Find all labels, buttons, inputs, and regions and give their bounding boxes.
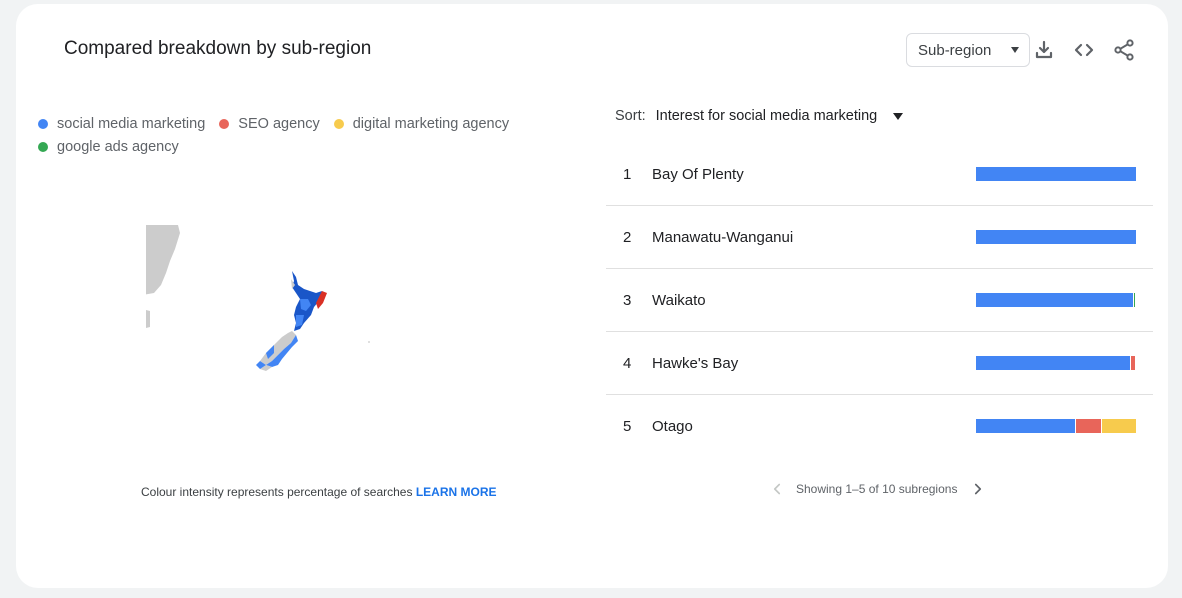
sort-selector[interactable]: Sort: Interest for social media marketin…: [615, 108, 904, 124]
previous-page-icon[interactable]: [768, 480, 786, 498]
subregion-name: Waikato: [652, 291, 706, 309]
legend-item-google-ads-agency[interactable]: google ads agency: [38, 139, 179, 155]
legend-label: digital marketing agency: [352, 115, 510, 132]
stacked-bar: [976, 356, 1136, 370]
rank-row[interactable]: 5 Otago: [606, 395, 1153, 458]
legend-dot: [38, 141, 48, 152]
legend-dot: [38, 118, 48, 129]
legend-label: social media marketing: [57, 115, 206, 132]
pagination-status: Showing 1–5 of 10 subregions: [796, 482, 958, 496]
share-icon[interactable]: [1112, 38, 1136, 62]
embed-code-icon[interactable]: [1072, 38, 1096, 62]
legend-item-social-media-marketing[interactable]: social media marketing: [38, 116, 205, 132]
subregion-name: Manawatu-Wanganui: [652, 228, 794, 246]
bar-segment-seo-agency: [1075, 419, 1102, 433]
region-level-dropdown[interactable]: Sub-region: [906, 33, 1030, 67]
bar-segment-social-media-marketing: [976, 293, 1133, 307]
legend-item-digital-marketing-agency[interactable]: digital marketing agency: [333, 115, 510, 132]
stacked-bar: [976, 293, 1136, 307]
card-title: Compared breakdown by sub-region: [64, 38, 372, 59]
download-icon[interactable]: [1032, 38, 1056, 62]
next-page-icon[interactable]: [969, 480, 987, 498]
dropdown-caret-icon: [1011, 47, 1019, 53]
stacked-bar: [976, 167, 1136, 181]
rank-number: 5: [623, 418, 632, 435]
bar-segment-seo-agency: [1131, 356, 1136, 370]
rank-number: 3: [623, 291, 632, 309]
new-zealand-map[interactable]: [142, 219, 376, 384]
rank-number: 1: [623, 165, 632, 183]
rank-row[interactable]: 3 Waikato: [606, 269, 1153, 332]
bar-segment-social-media-marketing: [976, 356, 1131, 370]
rank-row[interactable]: 4 Hawke's Bay: [606, 332, 1153, 395]
stacked-bar: [976, 230, 1136, 244]
bar-segment-google-ads-agency: [1133, 293, 1136, 307]
map-footnote: Colour intensity represents percentage o…: [141, 485, 497, 499]
pagination: Showing 1–5 of 10 subregions: [768, 480, 987, 498]
subregion-name: Bay Of Plenty: [652, 165, 744, 183]
sort-value: Interest for social media marketing: [655, 108, 878, 124]
rank-number: 2: [623, 228, 632, 246]
bar-segment-social-media-marketing: [976, 230, 1136, 244]
legend-label: SEO agency: [238, 115, 320, 132]
bar-segment-social-media-marketing: [976, 419, 1075, 433]
legend: social media marketing SEO agency digita…: [38, 112, 558, 158]
rank-row[interactable]: 1 Bay Of Plenty: [606, 143, 1153, 206]
sort-label: Sort:: [615, 108, 646, 124]
rank-row[interactable]: 2 Manawatu-Wanganui: [606, 206, 1153, 269]
footnote-text: Colour intensity represents percentage o…: [141, 485, 413, 499]
legend-dot: [219, 118, 230, 129]
subregion-name: Hawke's Bay: [652, 354, 739, 372]
bar-segment-social-media-marketing: [976, 167, 1136, 181]
legend-dot: [333, 118, 344, 129]
learn-more-link[interactable]: LEARN MORE: [416, 485, 497, 499]
subregion-name: Otago: [652, 418, 693, 435]
bar-segment-digital-marketing-agency: [1102, 419, 1136, 433]
legend-item-seo-agency[interactable]: SEO agency: [219, 115, 320, 132]
legend-label: google ads agency: [57, 138, 179, 155]
rank-number: 4: [623, 354, 632, 372]
stacked-bar: [976, 419, 1136, 433]
dropdown-value: Sub-region: [918, 41, 992, 59]
subregion-rank-list: 1 Bay Of Plenty 2 Manawatu-Wanganui 3 Wa…: [606, 143, 1153, 458]
sort-caret-icon: [893, 112, 904, 120]
